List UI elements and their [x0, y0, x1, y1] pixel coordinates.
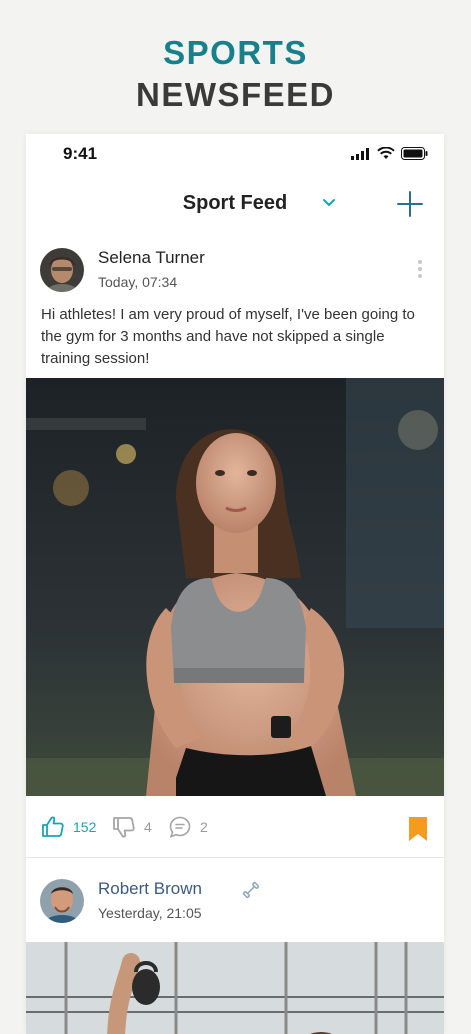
- comment-count: 2: [200, 819, 208, 835]
- comment-button[interactable]: 2: [168, 815, 208, 839]
- post-image[interactable]: [26, 942, 444, 1034]
- dislike-button[interactable]: 4: [112, 815, 152, 839]
- chevron-down-icon[interactable]: [322, 197, 336, 207]
- avatar[interactable]: [40, 879, 84, 923]
- more-options-icon[interactable]: [418, 260, 422, 278]
- thumbs-up-icon: [42, 816, 64, 837]
- post-author[interactable]: Selena Turner: [98, 248, 205, 268]
- dumbbell-icon: [242, 881, 260, 899]
- post-image[interactable]: [26, 378, 444, 796]
- cellular-signal-icon: [351, 147, 369, 160]
- hero-line-sports: SPORTS: [163, 34, 308, 71]
- dislike-count: 4: [144, 819, 152, 835]
- post-header: Robert Brown Yesterday, 21:05: [40, 879, 430, 925]
- status-time: 9:41: [63, 144, 98, 163]
- post-header: Selena Turner Today, 07:34: [40, 248, 430, 294]
- post-timestamp: Today, 07:34: [98, 274, 178, 290]
- hero-line-newsfeed: NEWSFEED: [135, 76, 335, 113]
- post-divider: [26, 857, 444, 858]
- status-icons: [351, 147, 428, 160]
- avatar[interactable]: [40, 248, 84, 292]
- like-count: 152: [73, 819, 97, 835]
- status-bar: 9:41: [26, 134, 444, 174]
- feed-title[interactable]: Sport Feed: [26, 192, 444, 215]
- battery-icon: [401, 147, 428, 160]
- wifi-icon: [377, 147, 395, 159]
- post-text: Hi athletes! I am very proud of myself, …: [41, 306, 415, 367]
- plus-icon[interactable]: [396, 190, 424, 218]
- comment-icon: [169, 816, 191, 838]
- post-actions: 152 4 2: [26, 809, 444, 847]
- post-author[interactable]: Robert Brown: [98, 879, 202, 899]
- nav-bar: Sport Feed: [26, 184, 444, 224]
- post-timestamp: Yesterday, 21:05: [98, 905, 202, 921]
- hero-title: SPORTS NEWSFEED: [0, 34, 471, 114]
- phone-screen: 9:41 Sport Feed Selena Turner Today, 07:…: [26, 134, 444, 1034]
- bookmark-icon[interactable]: [408, 817, 428, 841]
- like-button[interactable]: 152: [41, 815, 96, 839]
- thumbs-down-icon: [113, 817, 135, 838]
